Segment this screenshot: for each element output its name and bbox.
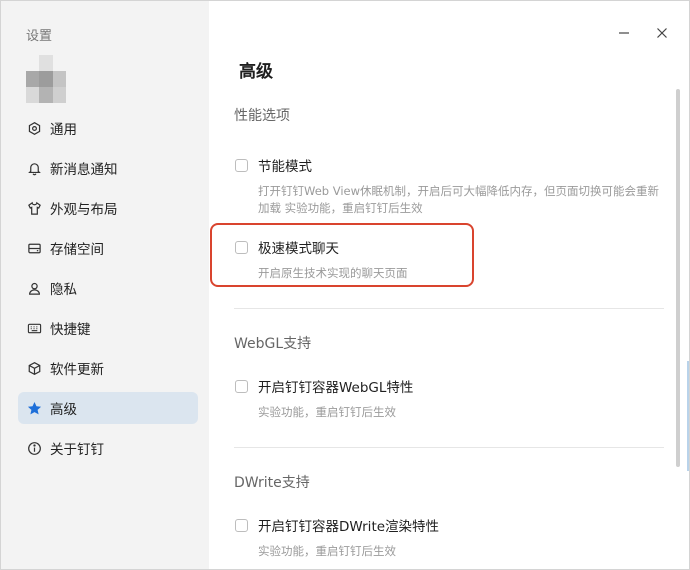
power-saving-checkbox[interactable] <box>235 158 248 172</box>
option-description: 打开钉钉Web View休眠机制，开启后可大幅降低内存，但页面切换可能会重新加载… <box>258 184 660 215</box>
close-icon <box>657 28 667 38</box>
option-fast-chat-toggle[interactable]: 极速模式聊天 <box>235 237 675 257</box>
option-label: 开启钉钉容器DWrite渲染特性 <box>258 519 440 535</box>
star-icon <box>26 400 42 416</box>
sidebar-item-updates[interactable]: 软件更新 <box>18 352 198 384</box>
sidebar-item-label: 新消息通知 <box>50 162 118 178</box>
sidebar-item-label: 高级 <box>50 402 77 418</box>
option-dwrite: 开启钉钉容器DWrite渲染特性 实验功能，重启钉钉后生效 <box>235 515 675 560</box>
sidebar-item-label: 存储空间 <box>50 242 104 258</box>
sidebar: 设置 通用 新消息通知 外观与布局 存储空间 隐私 快捷键 软件更新 高级 关于… <box>1 1 209 569</box>
sidebar-item-notifications[interactable]: 新消息通知 <box>18 152 198 184</box>
shirt-icon <box>26 200 42 216</box>
sidebar-title: 设置 <box>26 29 53 44</box>
storage-icon <box>26 240 42 256</box>
sidebar-item-label: 软件更新 <box>50 362 104 378</box>
option-power-saving-toggle[interactable]: 节能模式 <box>235 155 675 175</box>
option-description: 实验功能，重启钉钉后生效 <box>258 405 396 419</box>
option-description: 开启原生技术实现的聊天页面 <box>258 266 408 280</box>
bell-icon <box>26 160 42 176</box>
webgl-checkbox[interactable] <box>235 379 248 393</box>
scrollbar[interactable] <box>676 89 680 467</box>
option-label: 节能模式 <box>258 159 312 175</box>
divider <box>234 447 664 448</box>
sidebar-item-storage[interactable]: 存储空间 <box>18 232 198 264</box>
option-webgl: 开启钉钉容器WebGL特性 实验功能，重启钉钉后生效 <box>235 376 675 421</box>
option-webgl-toggle[interactable]: 开启钉钉容器WebGL特性 <box>235 376 675 396</box>
sidebar-item-general[interactable]: 通用 <box>18 112 198 144</box>
section-title-performance: 性能选项 <box>234 108 290 124</box>
fast-chat-checkbox[interactable] <box>235 240 248 254</box>
box-icon <box>26 360 42 376</box>
page-title: 高级 <box>239 62 273 82</box>
sidebar-item-label: 通用 <box>50 122 77 138</box>
info-icon <box>26 440 42 456</box>
close-button[interactable] <box>652 23 672 43</box>
option-dwrite-toggle[interactable]: 开启钉钉容器DWrite渲染特性 <box>235 515 675 535</box>
minimize-icon <box>619 32 629 34</box>
sidebar-item-about[interactable]: 关于钉钉 <box>18 432 198 464</box>
avatar[interactable] <box>26 55 66 103</box>
sidebar-nav: 通用 新消息通知 外观与布局 存储空间 隐私 快捷键 软件更新 高级 关于钉钉 <box>18 112 198 472</box>
main-panel: 高级 性能选项 节能模式 打开钉钉Web View休眠机制，开启后可大幅降低内存… <box>210 1 689 569</box>
sidebar-item-label: 外观与布局 <box>50 202 118 218</box>
settings-window: 设置 通用 新消息通知 外观与布局 存储空间 隐私 快捷键 软件更新 高级 关于… <box>0 0 690 570</box>
user-icon <box>26 280 42 296</box>
sidebar-item-label: 关于钉钉 <box>50 442 104 458</box>
edge-stripe <box>687 361 689 471</box>
option-description: 实验功能，重启钉钉后生效 <box>258 544 396 558</box>
option-label: 极速模式聊天 <box>258 241 339 257</box>
option-fast-chat: 极速模式聊天 开启原生技术实现的聊天页面 <box>235 237 675 282</box>
sidebar-item-label: 快捷键 <box>50 322 91 338</box>
minimize-button[interactable] <box>614 23 634 43</box>
sidebar-item-appearance[interactable]: 外观与布局 <box>18 192 198 224</box>
sidebar-item-privacy[interactable]: 隐私 <box>18 272 198 304</box>
sidebar-item-label: 隐私 <box>50 282 77 298</box>
keyboard-icon <box>26 320 42 336</box>
sidebar-item-shortcuts[interactable]: 快捷键 <box>18 312 198 344</box>
option-label: 开启钉钉容器WebGL特性 <box>258 380 414 396</box>
sidebar-item-advanced[interactable]: 高级 <box>18 392 198 424</box>
dwrite-checkbox[interactable] <box>235 518 248 532</box>
divider <box>234 308 664 309</box>
gear-icon <box>26 120 42 136</box>
section-title-dwrite: DWrite支持 <box>234 475 310 491</box>
option-power-saving: 节能模式 打开钉钉Web View休眠机制，开启后可大幅降低内存，但页面切换可能… <box>235 155 675 217</box>
section-title-webgl: WebGL支持 <box>234 336 312 352</box>
